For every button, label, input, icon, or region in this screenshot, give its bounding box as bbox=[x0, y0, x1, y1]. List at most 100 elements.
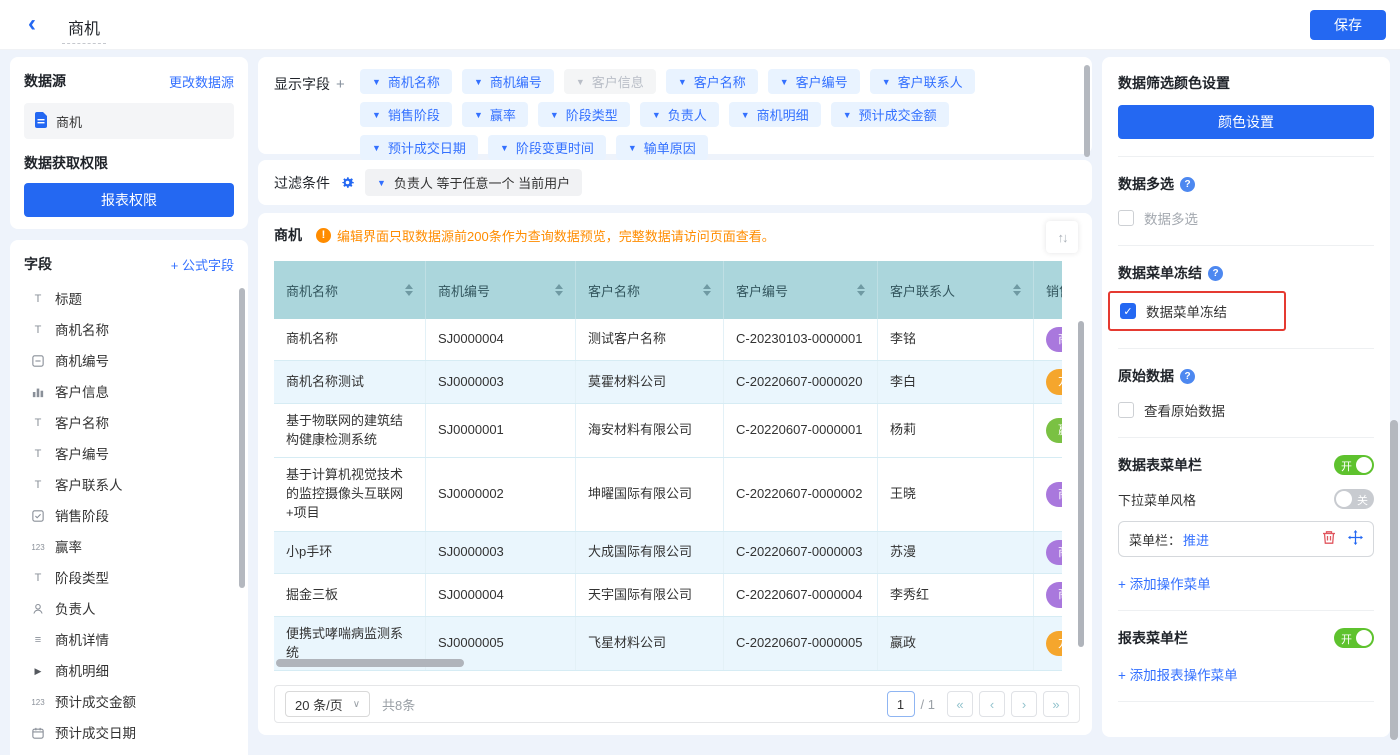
table-cell: C-20220607-0000001 bbox=[724, 404, 878, 458]
column-header[interactable]: 客户联系人 bbox=[878, 261, 1034, 319]
field-item[interactable]: ▶商机明细 bbox=[24, 654, 234, 685]
drag-move-icon[interactable] bbox=[1348, 530, 1363, 548]
sort-tool-button[interactable]: ↑↓ bbox=[1046, 221, 1078, 253]
display-field-chip[interactable]: ▼预计成交金额 bbox=[831, 102, 949, 127]
help-icon[interactable]: ? bbox=[1180, 177, 1195, 192]
display-field-chip[interactable]: ▼客户信息 bbox=[564, 69, 656, 94]
page-scrollbar[interactable] bbox=[1390, 420, 1398, 740]
menu-item-row[interactable]: 菜单栏： 推进 bbox=[1118, 521, 1374, 557]
display-field-chip[interactable]: ▼预计成交日期 bbox=[360, 135, 478, 160]
column-header[interactable]: 商机编号 bbox=[426, 261, 576, 319]
dropdown-style-toggle[interactable]: 关 bbox=[1334, 489, 1374, 509]
table-row[interactable]: 掘金三板SJ0000004天宇国际有限公司C-20220607-0000004李… bbox=[274, 574, 1062, 616]
column-header[interactable]: 销售阶段 bbox=[1034, 261, 1062, 319]
add-display-field-button[interactable]: + bbox=[336, 76, 345, 93]
column-sort-icon[interactable] bbox=[1007, 284, 1021, 296]
display-field-chip[interactable]: ▼商机名称 bbox=[360, 69, 452, 94]
table-row[interactable]: 商机名称测试SJ0000003莫霍材料公司C-20220607-0000020李… bbox=[274, 361, 1062, 403]
field-item[interactable]: 123赢率 bbox=[24, 530, 234, 561]
help-icon[interactable]: ? bbox=[1180, 369, 1195, 384]
column-header[interactable]: 客户编号 bbox=[724, 261, 878, 319]
menu-freeze-checkbox[interactable]: ✓ bbox=[1120, 303, 1136, 319]
display-field-chip[interactable]: ▼商机明细 bbox=[729, 102, 821, 127]
display-fields-panel: 显示字段+ ▼商机名称▼商机编号▼客户信息▼客户名称▼客户编号▼客户联系人▼销售… bbox=[258, 57, 1092, 154]
column-sort-icon[interactable] bbox=[399, 284, 413, 296]
field-item[interactable]: T客户名称 bbox=[24, 406, 234, 437]
field-item[interactable]: T客户联系人 bbox=[24, 468, 234, 499]
settings-panel: 数据筛选颜色设置 颜色设置 数据多选 ? 数据多选 数据菜单冻结 ? ✓ 数据菜… bbox=[1102, 57, 1390, 737]
table-body: 商机名称SJ0000004测试客户名称C-20230103-0000001李铭商… bbox=[274, 319, 1062, 671]
text-icon: T bbox=[30, 569, 46, 584]
save-button[interactable]: 保存 bbox=[1310, 10, 1386, 40]
add-formula-field-link[interactable]: + 公式字段 bbox=[171, 255, 234, 274]
display-field-chip[interactable]: ▼阶段变更时间 bbox=[488, 135, 606, 160]
menu-freeze-title: 数据菜单冻结 bbox=[1118, 263, 1202, 283]
last-page-button[interactable]: » bbox=[1043, 691, 1069, 717]
field-item[interactable]: 销售阶段 bbox=[24, 499, 234, 530]
add-report-action-menu-link[interactable]: + 添加报表操作菜单 bbox=[1118, 664, 1374, 684]
filter-settings-gear-icon[interactable] bbox=[340, 175, 355, 190]
display-field-chip[interactable]: ▼输单原因 bbox=[616, 135, 708, 160]
first-page-button[interactable]: « bbox=[947, 691, 973, 717]
display-field-chip[interactable]: ▼负责人 bbox=[640, 102, 719, 127]
column-sort-icon[interactable] bbox=[851, 284, 865, 296]
column-sort-icon[interactable] bbox=[697, 284, 711, 296]
column-header[interactable]: 客户名称 bbox=[576, 261, 724, 319]
person-icon bbox=[30, 600, 46, 615]
filter-condition-chip[interactable]: ▼ 负责人 等于任意一个 当前用户 bbox=[365, 169, 582, 196]
menu-item-value[interactable]: 推进 bbox=[1183, 530, 1209, 549]
field-item[interactable]: 123预计成交金额 bbox=[24, 685, 234, 716]
table-menubar-toggle[interactable]: 开 bbox=[1334, 455, 1374, 475]
help-icon[interactable]: ? bbox=[1208, 266, 1223, 281]
prev-page-button[interactable]: ‹ bbox=[979, 691, 1005, 717]
divider bbox=[1118, 610, 1374, 611]
column-sort-icon[interactable] bbox=[549, 284, 563, 296]
table-cell: 掘金三板 bbox=[274, 574, 426, 615]
middle-panel-scrollbar[interactable] bbox=[1084, 65, 1090, 157]
table-row[interactable]: 小p手环SJ0000003大成国际有限公司C-20220607-0000003苏… bbox=[274, 532, 1062, 574]
change-datasource-link[interactable]: 更改数据源 bbox=[169, 72, 234, 91]
datasource-item[interactable]: 商机 bbox=[24, 103, 234, 139]
report-permission-button[interactable]: 报表权限 bbox=[24, 183, 234, 217]
table-horizontal-scrollbar[interactable] bbox=[276, 659, 464, 667]
page-size-select[interactable]: 20 条/页 ∨ bbox=[285, 691, 370, 717]
raw-data-checkbox[interactable] bbox=[1118, 402, 1134, 418]
field-item[interactable]: 预计成交日期 bbox=[24, 716, 234, 747]
field-item[interactable]: 负责人 bbox=[24, 592, 234, 623]
fields-panel: 字段 + 公式字段 T标题T商机名称商机编号客户信息T客户名称T客户编号T客户联… bbox=[10, 240, 248, 755]
display-field-chip[interactable]: ▼销售阶段 bbox=[360, 102, 452, 127]
table-row[interactable]: 基于计算机视觉技术的监控摄像头互联网+项目SJ0000002坤曜国际有限公司C-… bbox=[274, 458, 1062, 532]
display-field-chip[interactable]: ▼客户编号 bbox=[768, 69, 860, 94]
field-item[interactable]: 客户信息 bbox=[24, 375, 234, 406]
field-item[interactable]: T客户编号 bbox=[24, 437, 234, 468]
field-item[interactable]: T阶段类型 bbox=[24, 561, 234, 592]
table-row[interactable]: 基于物联网的建筑结构健康检测系统SJ0000001海安材料有限公司C-20220… bbox=[274, 404, 1062, 459]
display-field-chip[interactable]: ▼客户联系人 bbox=[870, 69, 975, 94]
multi-select-title: 数据多选 bbox=[1118, 174, 1174, 194]
field-item[interactable]: T标题 bbox=[24, 282, 234, 313]
field-item[interactable]: T商机名称 bbox=[24, 313, 234, 344]
display-field-chip[interactable]: ▼阶段类型 bbox=[538, 102, 630, 127]
fields-scrollbar[interactable] bbox=[239, 288, 245, 588]
chevron-down-icon: ▼ bbox=[372, 77, 381, 87]
table-vertical-scrollbar[interactable] bbox=[1078, 321, 1084, 647]
page-number-input[interactable] bbox=[887, 691, 915, 717]
display-field-chip[interactable]: ▼商机编号 bbox=[462, 69, 554, 94]
delete-trash-icon[interactable] bbox=[1322, 530, 1336, 548]
color-settings-button[interactable]: 颜色设置 bbox=[1118, 105, 1374, 139]
page-title[interactable]: 商机 bbox=[62, 15, 106, 44]
table-cell: SJ0000002 bbox=[426, 458, 576, 531]
display-field-chip[interactable]: ▼赢率 bbox=[462, 102, 528, 127]
field-item[interactable]: 商机编号 bbox=[24, 344, 234, 375]
multi-select-checkbox[interactable] bbox=[1118, 210, 1134, 226]
display-field-chip[interactable]: ▼客户名称 bbox=[666, 69, 758, 94]
table-cell: 方案报价 bbox=[1034, 617, 1062, 671]
table-cell: 商务谈判 bbox=[1034, 532, 1062, 573]
column-header[interactable]: 商机名称 bbox=[274, 261, 426, 319]
table-row[interactable]: 商机名称SJ0000004测试客户名称C-20230103-0000001李铭商… bbox=[274, 319, 1062, 361]
report-menubar-toggle[interactable]: 开 bbox=[1334, 628, 1374, 648]
add-action-menu-link[interactable]: + 添加操作菜单 bbox=[1118, 573, 1374, 593]
next-page-button[interactable]: › bbox=[1011, 691, 1037, 717]
back-button[interactable]: ‹ bbox=[28, 9, 36, 39]
field-item[interactable]: ≡商机详情 bbox=[24, 623, 234, 654]
